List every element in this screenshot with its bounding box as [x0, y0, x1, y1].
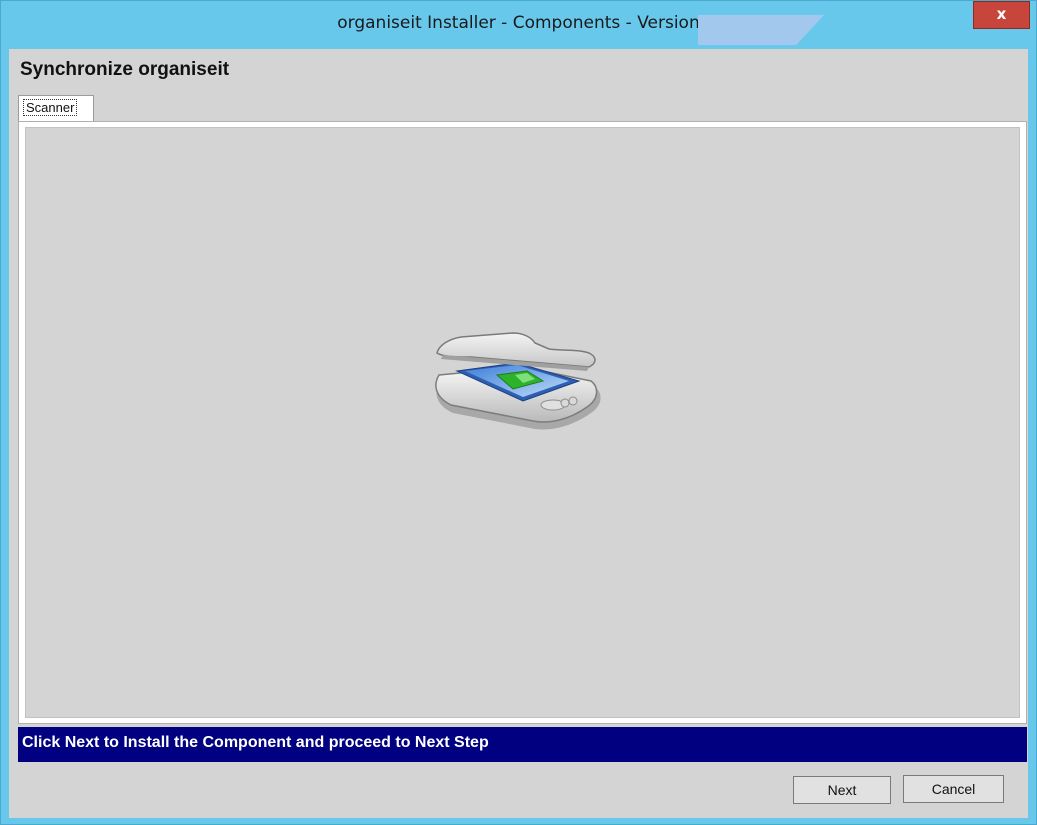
tab-scanner-label: Scanner — [23, 99, 78, 116]
tab-scanner[interactable]: Scanner — [18, 95, 94, 122]
scanner-icon — [435, 332, 601, 430]
status-message: Click Next to Install the Component and … — [22, 734, 489, 751]
cancel-button[interactable]: Cancel — [903, 775, 1004, 803]
redacted-version-mark — [698, 15, 824, 45]
close-button[interactable]: x — [973, 1, 1030, 29]
status-bar: Click Next to Install the Component and … — [18, 727, 1027, 762]
title-bar[interactable]: organiseit Installer - Components - Vers… — [1, 1, 1036, 49]
page-title: Synchronize organiseit — [20, 59, 230, 80]
installer-window: organiseit Installer - Components - Vers… — [0, 0, 1037, 825]
window-title: organiseit Installer - Components - Vers… — [337, 13, 700, 33]
next-button[interactable]: Next — [793, 776, 891, 804]
